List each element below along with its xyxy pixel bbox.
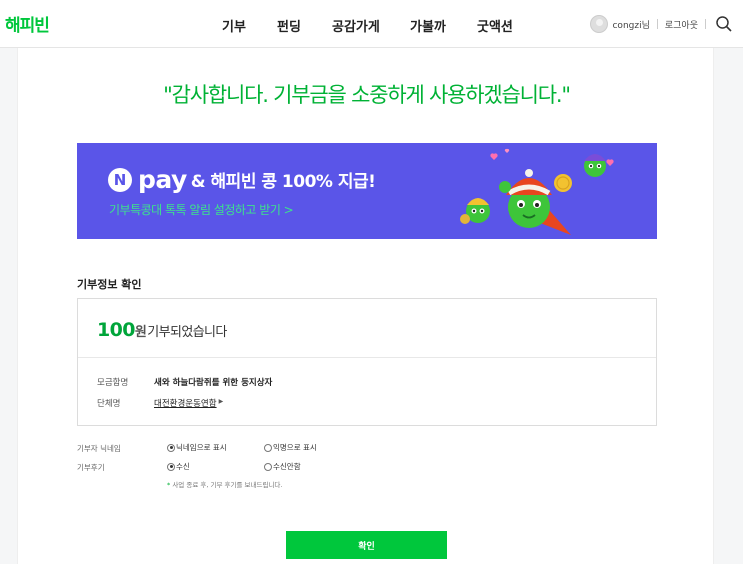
radio-show-nickname[interactable]: 닉네임으로 표시 (167, 442, 227, 453)
arrow-right-icon: ▶ (218, 398, 224, 405)
divider (656, 19, 658, 29)
info-divider (78, 357, 656, 358)
nav-donate[interactable]: 기부 (222, 16, 246, 35)
divider (705, 19, 706, 29)
radio-anonymous[interactable]: 익명으로 표시 (264, 442, 317, 453)
nav-good-action[interactable]: 굿액션 (477, 16, 513, 35)
banner-headline: N pay & 해피빈 콩 100% 지급! (108, 165, 376, 194)
currency-unit: 원 (134, 325, 147, 340)
nickname-option-label: 기부자 닉네임 (77, 444, 121, 453)
main-content: "감사합니다. 기부금을 소중하게 사용하겠습니다." N pay & 해피빈 … (17, 48, 714, 564)
donation-done-text: 기부되었습니다 (147, 325, 227, 340)
npay-promo-banner[interactable]: N pay & 해피빈 콩 100% 지급! 기부특콩대 톡톡 알림 설정하고 … (77, 143, 657, 239)
username[interactable]: congzi님 (612, 18, 649, 31)
donation-amount: 100 (97, 319, 135, 341)
review-option-label: 기부후기 (77, 463, 105, 472)
organization-label: 단체명 (97, 399, 121, 409)
radio-no-review[interactable]: 수신안함 (264, 461, 301, 472)
happybean-logo[interactable]: 해피빈 (5, 11, 50, 36)
fundraising-row: 모금함명 새와 하늘다람쥐를 위한 둥지상자 (97, 376, 272, 388)
radio-receive-review[interactable]: 수신 (167, 461, 190, 472)
banner-main-text: & 해피빈 콩 100% 지급! (190, 172, 376, 192)
radio-label: 수신 (176, 462, 190, 471)
radio-checked-icon[interactable] (167, 443, 175, 452)
nav-funding[interactable]: 펀딩 (277, 16, 301, 35)
avatar[interactable] (590, 15, 609, 33)
pay-logo-text: pay (138, 165, 187, 194)
banner-sub-link[interactable]: 기부특콩대 톡톡 알림 설정하고 받기 > (109, 201, 294, 218)
notice-text: 사업 종료 후, 기부 후기를 보내드립니다. (172, 481, 283, 489)
radio-unchecked-icon[interactable] (264, 443, 272, 452)
bean-characters-illustration (460, 148, 614, 235)
organization-row: 단체명 대전환경운동연합 ▶ (97, 397, 223, 409)
npay-n-icon: N (108, 167, 132, 192)
donation-info-box: 100 원 기부되었습니다 모금함명 새와 하늘다람쥐를 위한 둥지상자 단체명… (77, 298, 657, 426)
donation-complete-message: 100 원 기부되었습니다 (97, 319, 227, 341)
radio-unchecked-icon[interactable] (264, 462, 272, 471)
fundraising-value: 새와 하늘다람쥐를 위한 둥지상자 (154, 378, 273, 388)
thanks-message: "감사합니다. 기부금을 소중하게 사용하겠습니다." (163, 83, 571, 107)
nav-store[interactable]: 공감가게 (332, 16, 380, 35)
radio-label: 익명으로 표시 (273, 443, 317, 452)
organization-link[interactable]: 대전환경운동연합 (154, 397, 217, 409)
logout-link[interactable]: 로그아웃 (665, 18, 698, 31)
radio-label: 닉네임으로 표시 (176, 443, 227, 452)
fundraising-label: 모금함명 (97, 378, 129, 388)
confirm-button[interactable]: 확인 (286, 531, 447, 559)
user-area: congzi님 로그아웃 (590, 14, 733, 34)
section-title-donation-info: 기부정보 확인 (77, 278, 142, 291)
radio-checked-icon[interactable] (167, 462, 175, 471)
notice-asterisk: * (167, 481, 171, 489)
search-icon[interactable] (715, 15, 733, 33)
nav-explore[interactable]: 가볼까 (410, 16, 446, 35)
review-notice: * 사업 종료 후, 기부 후기를 보내드립니다. (167, 479, 282, 489)
top-header: 해피빈 기부 펀딩 공감가게 가볼까 굿액션 congzi님 로그아웃 (0, 0, 743, 48)
radio-label: 수신안함 (273, 462, 301, 471)
